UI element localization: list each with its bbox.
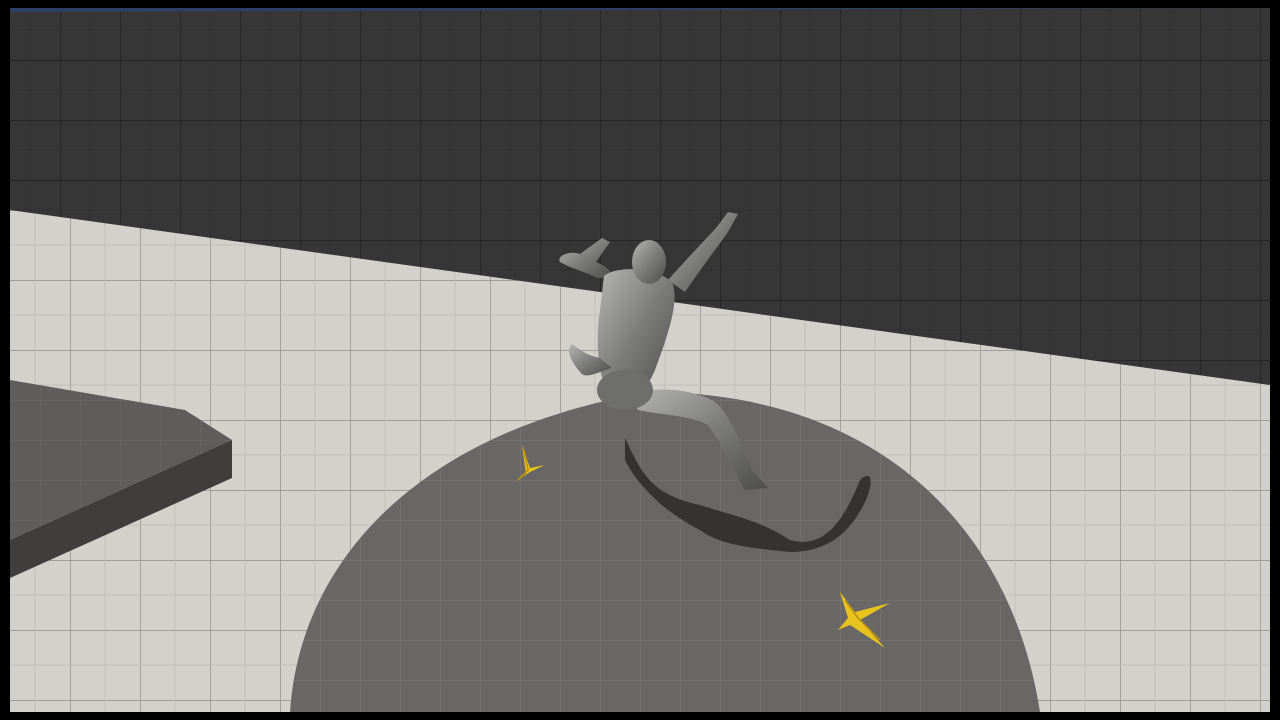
game-scene[interactable] [0,0,1280,720]
game-viewport[interactable] [0,0,1280,720]
